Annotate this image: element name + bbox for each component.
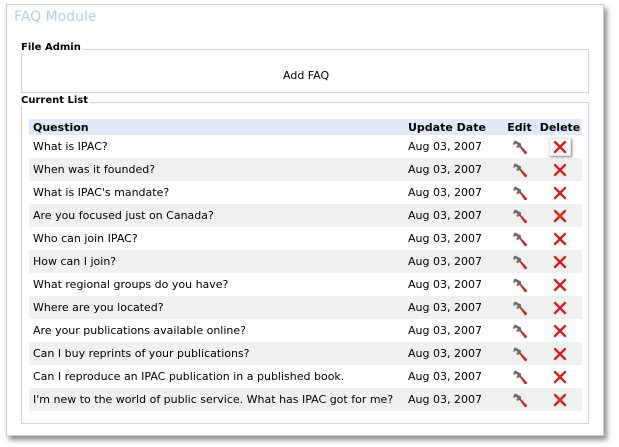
wrench-icon[interactable] — [512, 346, 528, 362]
question-cell: Where are you located? — [29, 296, 404, 319]
question-cell: Who can join IPAC? — [33, 232, 138, 245]
delete-x-icon[interactable] — [553, 140, 567, 154]
question-cell: What is IPAC's mandate? — [33, 186, 170, 199]
question-cell: Are you focused just on Canada? — [29, 204, 404, 227]
edit-cell — [501, 250, 538, 273]
delete-x-icon[interactable] — [553, 393, 567, 407]
delete-x-icon[interactable] — [553, 278, 567, 292]
edit-cell — [501, 158, 538, 181]
table-row: What is IPAC? Aug 03, 2007 — [29, 135, 582, 158]
wrench-icon[interactable] — [512, 300, 528, 316]
update-date-cell: Aug 03, 2007 — [404, 342, 501, 365]
delete-x-icon[interactable] — [553, 370, 567, 384]
delete-x-icon[interactable] — [553, 347, 567, 361]
delete-cell — [538, 365, 582, 388]
edit-cell — [501, 135, 538, 158]
wrench-icon[interactable] — [512, 231, 528, 247]
wrench-icon[interactable] — [512, 254, 528, 270]
wrench-icon[interactable] — [512, 323, 528, 339]
delete-cell — [538, 319, 582, 342]
edit-cell — [501, 227, 538, 250]
update-date-cell: Aug 03, 2007 — [404, 296, 501, 319]
question-cell: I'm new to the world of public service. … — [29, 388, 404, 411]
wrench-icon[interactable] — [512, 139, 528, 155]
delete-button-hover[interactable] — [549, 137, 571, 156]
edit-cell — [501, 296, 538, 319]
delete-cell — [538, 342, 582, 365]
delete-cell — [538, 204, 582, 227]
table-header-row: Question Update Date Edit Delete — [29, 119, 582, 135]
question-cell: Are your publications available online? — [33, 324, 246, 337]
delete-x-icon[interactable] — [553, 186, 567, 200]
edit-cell — [501, 181, 538, 204]
update-date-cell: Aug 03, 2007 — [404, 250, 501, 273]
question-cell: How can I join? — [29, 250, 404, 273]
update-date-cell: Aug 03, 2007 — [408, 324, 482, 337]
delete-cell — [538, 158, 582, 181]
add-faq-link[interactable]: Add FAQ — [283, 69, 329, 82]
table-row: Where are you located? Aug 03, 2007 — [29, 296, 582, 319]
delete-cell — [538, 181, 582, 204]
delete-x-icon[interactable] — [553, 209, 567, 223]
delete-cell — [538, 227, 582, 250]
table-row: What regional groups do you have? Aug 03,… — [29, 273, 582, 296]
table-row: Who can join IPAC? Aug 03, 2007 — [29, 227, 582, 250]
current-list-legend: Current List — [21, 95, 91, 106]
table-row: Are you focused just on Canada? Aug 03, 2… — [29, 204, 582, 227]
question-cell: What is IPAC? — [33, 140, 108, 153]
question-cell: What regional groups do you have? — [33, 278, 229, 291]
module-title: FAQ Module — [14, 9, 97, 25]
delete-column-header: Delete — [538, 119, 582, 135]
edit-cell — [501, 273, 538, 296]
table-row: I'm new to the world of public service. … — [29, 388, 582, 411]
faq-table: Question Update Date Edit Delete What is… — [29, 119, 582, 411]
wrench-icon[interactable] — [512, 277, 528, 293]
update-date-cell: Aug 03, 2007 — [404, 158, 501, 181]
question-column-header[interactable]: Question — [29, 119, 404, 135]
update-date-cell: Aug 03, 2007 — [404, 388, 501, 411]
question-cell: Can I reproduce an IPAC publication in a… — [33, 370, 345, 383]
wrench-icon[interactable] — [512, 185, 528, 201]
wrench-icon[interactable] — [512, 369, 528, 385]
delete-cell — [538, 273, 582, 296]
table-row: What is IPAC's mandate? Aug 03, 2007 — [29, 181, 582, 204]
table-row: Can I reproduce an IPAC publication in a… — [29, 365, 582, 388]
update-date-cell: Aug 03, 2007 — [408, 232, 482, 245]
question-cell: Can I buy reprints of your publications? — [29, 342, 404, 365]
file-admin-legend: File Admin — [21, 42, 83, 53]
delete-x-icon[interactable] — [553, 324, 567, 338]
edit-column-header: Edit — [501, 119, 538, 135]
update-date-cell: Aug 03, 2007 — [408, 186, 482, 199]
update-date-cell: Aug 03, 2007 — [408, 140, 482, 153]
delete-cell — [538, 250, 582, 273]
update-date-cell: Aug 03, 2007 — [408, 370, 482, 383]
delete-x-icon[interactable] — [553, 301, 567, 315]
update-date-cell: Aug 03, 2007 — [408, 278, 482, 291]
wrench-icon[interactable] — [512, 208, 528, 224]
table-row: How can I join? Aug 03, 2007 — [29, 250, 582, 273]
table-row: When was it founded? Aug 03, 2007 — [29, 158, 582, 181]
table-row: Are your publications available online? A… — [29, 319, 582, 342]
update-date-column-header[interactable]: Update Date — [404, 119, 501, 135]
delete-cell — [538, 135, 582, 158]
edit-cell — [501, 319, 538, 342]
wrench-icon[interactable] — [512, 392, 528, 408]
table-row: Can I buy reprints of your publications?… — [29, 342, 582, 365]
edit-cell — [501, 204, 538, 227]
delete-x-icon[interactable] — [553, 255, 567, 269]
edit-cell — [501, 342, 538, 365]
edit-cell — [501, 365, 538, 388]
delete-x-icon[interactable] — [553, 232, 567, 246]
delete-x-icon[interactable] — [553, 163, 567, 177]
delete-cell — [538, 296, 582, 319]
delete-cell — [538, 388, 582, 411]
question-cell: When was it founded? — [29, 158, 404, 181]
wrench-icon[interactable] — [512, 162, 528, 178]
update-date-cell: Aug 03, 2007 — [404, 204, 501, 227]
edit-cell — [501, 388, 538, 411]
